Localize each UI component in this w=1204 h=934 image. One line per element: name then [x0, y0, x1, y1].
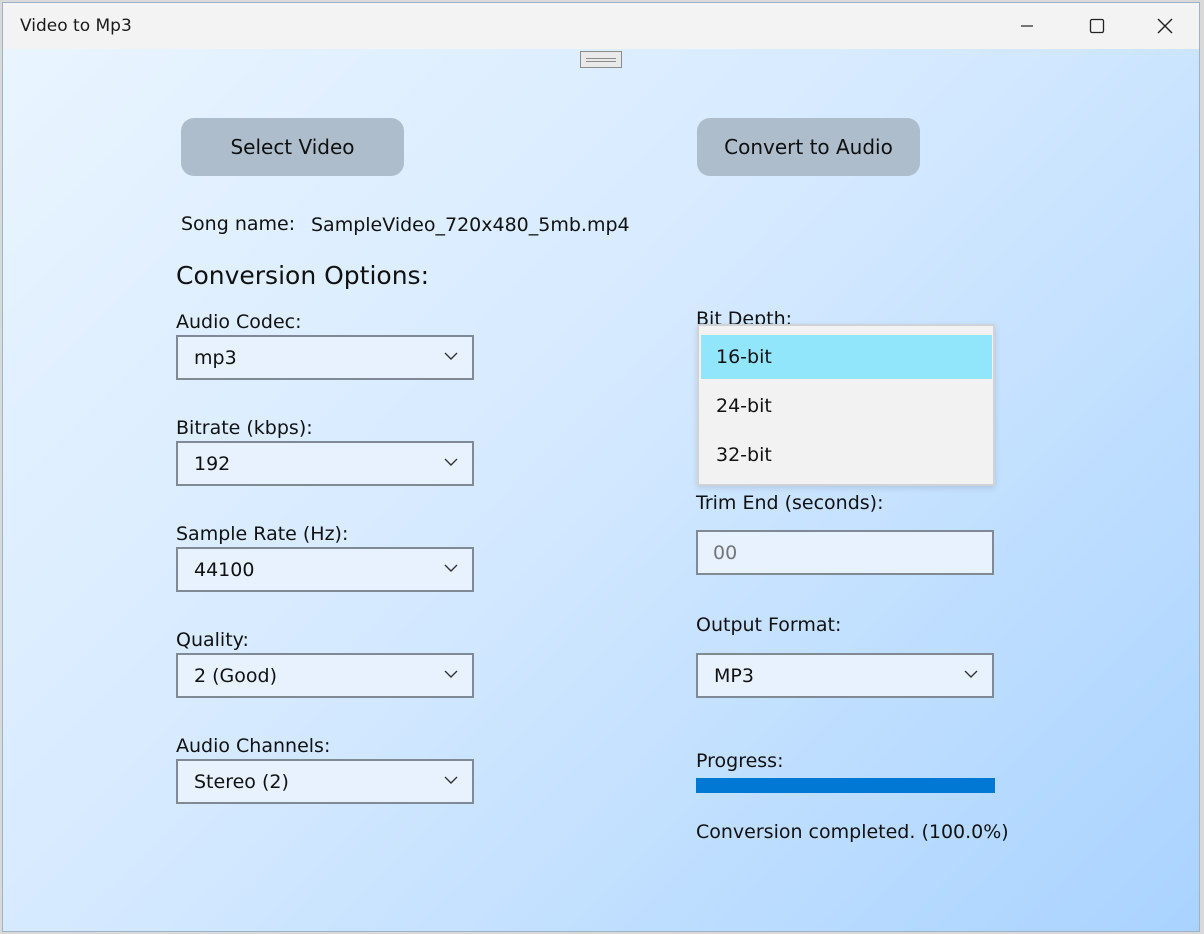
minimize-button[interactable] [993, 3, 1061, 49]
bit-depth-option-32[interactable]: 32-bit [701, 433, 992, 477]
grip-icon [586, 57, 616, 62]
bit-depth-option-16[interactable]: 16-bit [701, 335, 992, 379]
sample-rate-combobox[interactable]: 44100 [176, 547, 474, 592]
song-name-value: SampleVideo_720x480_5mb.mp4 [311, 214, 630, 236]
trim-end-input[interactable] [698, 532, 992, 573]
app-window: Video to Mp3 Select Video Convert to Aud… [2, 2, 1200, 932]
title-bar: Video to Mp3 [3, 3, 1199, 49]
maximize-button[interactable] [1063, 3, 1131, 49]
quality-combobox[interactable]: 2 (Good) [176, 653, 474, 698]
select-video-button[interactable]: Select Video [181, 118, 404, 176]
close-icon [1157, 18, 1173, 34]
bit-depth-option-24[interactable]: 24-bit [701, 384, 992, 428]
audio-channels-label: Audio Channels: [176, 735, 331, 757]
minimize-icon [1021, 25, 1033, 27]
output-format-value: MP3 [714, 665, 754, 687]
bit-depth-dropdown: 16-bit 24-bit 32-bit [697, 324, 995, 486]
bitrate-label: Bitrate (kbps): [176, 417, 313, 439]
output-format-label: Output Format: [696, 614, 842, 636]
trim-end-field[interactable] [696, 530, 994, 575]
chevron-down-icon [444, 564, 458, 572]
audio-codec-label: Audio Codec: [176, 311, 302, 333]
audio-channels-combobox[interactable]: Stereo (2) [176, 759, 474, 804]
output-format-combobox[interactable]: MP3 [696, 653, 994, 698]
progress-label: Progress: [696, 750, 784, 772]
progress-bar [696, 778, 995, 793]
drag-handle[interactable] [580, 51, 622, 68]
quality-label: Quality: [176, 629, 249, 651]
bitrate-combobox[interactable]: 192 [176, 441, 474, 486]
chevron-down-icon [444, 776, 458, 784]
status-text: Conversion completed. (100.0%) [696, 821, 1009, 843]
close-button[interactable] [1131, 3, 1199, 49]
chevron-down-icon [964, 670, 978, 678]
sample-rate-value: 44100 [194, 559, 255, 581]
quality-value: 2 (Good) [194, 665, 277, 687]
chevron-down-icon [444, 458, 458, 466]
chevron-down-icon [444, 670, 458, 678]
maximize-icon [1089, 18, 1105, 34]
progress-bar-fill [696, 778, 995, 793]
conversion-options-heading: Conversion Options: [176, 261, 429, 290]
chevron-down-icon [444, 352, 458, 360]
sample-rate-label: Sample Rate (Hz): [176, 523, 349, 545]
song-name-label: Song name: [181, 213, 296, 235]
window-title: Video to Mp3 [20, 16, 132, 36]
convert-to-audio-button[interactable]: Convert to Audio [697, 118, 920, 176]
audio-channels-value: Stereo (2) [194, 771, 289, 793]
bitrate-value: 192 [194, 453, 231, 475]
trim-end-label: Trim End (seconds): [696, 492, 884, 514]
audio-codec-combobox[interactable]: mp3 [176, 335, 474, 380]
audio-codec-value: mp3 [194, 347, 237, 369]
